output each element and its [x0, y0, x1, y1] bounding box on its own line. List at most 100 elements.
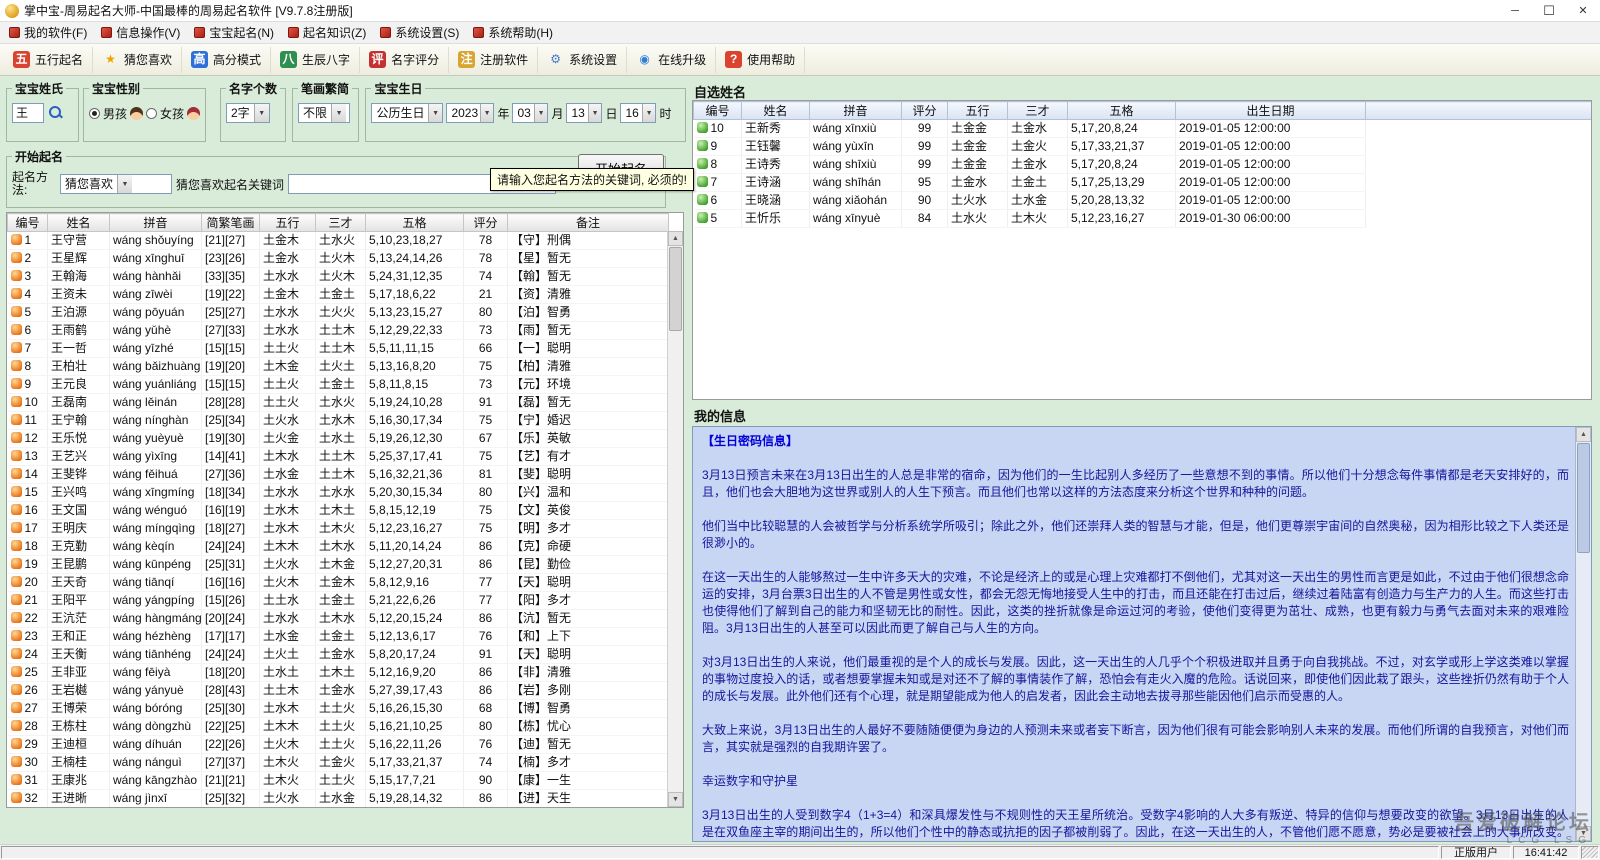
name-row[interactable]: 27 王博荣 wáng bóróng [25][30] 土水木 土土火 5,16… [8, 700, 669, 718]
column-header[interactable]: 拼音 [110, 214, 202, 232]
column-header[interactable]: 评分 [902, 102, 948, 120]
name-row[interactable]: 11 王宁翰 wáng nínghàn [25][34] 土火水 土水木 5,1… [8, 412, 669, 430]
name-row[interactable]: 24 王天衡 wáng tiānhéng [24][24] 土火土 土金水 5,… [8, 646, 669, 664]
gender-female-radio[interactable] [146, 108, 157, 119]
name-row[interactable]: 3 王翰海 wáng hànhǎi [33][35] 土水水 土火木 5,24,… [8, 268, 669, 286]
scroll-thumb[interactable] [1577, 443, 1590, 553]
name-row[interactable]: 5 王泊源 wáng pōyuán [25][27] 土水水 土火火 5,13,… [8, 304, 669, 322]
name-row[interactable]: 4 王资未 wáng zīwèi [19][22] 土金木 土金土 5,17,1… [8, 286, 669, 304]
table-scrollbar[interactable] [667, 231, 683, 807]
column-header[interactable] [1366, 102, 1592, 120]
name-row[interactable]: 2 王星辉 wáng xīnghuī [23][26] 土金水 土火木 5,13… [8, 250, 669, 268]
close-icon[interactable] [1566, 0, 1600, 21]
surname-input[interactable]: 王 [12, 103, 44, 123]
name-row[interactable]: 7 王一哲 wáng yīzhé [15][15] 土土火 土土木 5,5,11… [8, 340, 669, 358]
maximize-icon[interactable] [1532, 0, 1566, 21]
toolbar-button[interactable]: ? 使用帮助 [716, 47, 805, 73]
cell-pinyin: wáng lěinán [110, 394, 202, 412]
toolbar-button[interactable]: 注 注册软件 [449, 47, 538, 73]
column-header[interactable]: 姓名 [742, 102, 810, 120]
name-row[interactable]: 12 王乐悦 wáng yuèyuè [19][30] 土火金 土水土 5,19… [8, 430, 669, 448]
scroll-up-icon[interactable] [668, 231, 683, 246]
scroll-thumb[interactable] [669, 247, 682, 331]
name-row[interactable]: 10 王磊南 wáng lěinán [28][28] 土土火 土水火 5,19… [8, 394, 669, 412]
menu-item[interactable]: 宝宝起名(N) [187, 22, 281, 43]
name-row[interactable]: 25 王非亚 wáng fēiyà [18][20] 土水土 土木土 5,12,… [8, 664, 669, 682]
name-row[interactable]: 31 王康兆 wáng kāngzhào [21][21] 土木火 土土火 5,… [8, 772, 669, 790]
name-row[interactable]: 18 王克勤 wáng kèqín [24][24] 土木木 土木水 5,11,… [8, 538, 669, 556]
selected-name-row[interactable]: 7 王诗涵 wáng shīhán 95 土金水 土金土 5,17,25,13,… [694, 174, 1592, 192]
column-header[interactable]: 五行 [948, 102, 1008, 120]
column-header[interactable]: 五格 [1068, 102, 1176, 120]
name-row[interactable]: 9 王元良 wáng yuánliáng [15][15] 土土火 土金土 5,… [8, 376, 669, 394]
scroll-down-icon[interactable] [1576, 826, 1591, 841]
menu-item[interactable]: 起名知识(Z) [281, 22, 373, 43]
toolbar-button[interactable]: ◉ 在线升级 [627, 47, 716, 73]
column-header[interactable]: 三才 [316, 214, 366, 232]
name-row[interactable]: 13 王艺兴 wáng yìxīng [14][41] 土木水 土土木 5,25… [8, 448, 669, 466]
calendar-type-select[interactable]: 公历生日 [371, 103, 443, 123]
column-header[interactable]: 编号 [8, 214, 48, 232]
minimize-icon[interactable] [1498, 0, 1532, 21]
column-header[interactable]: 三才 [1008, 102, 1068, 120]
column-header[interactable]: 编号 [694, 102, 742, 120]
column-header[interactable]: 评分 [464, 214, 508, 232]
birth-year-select[interactable]: 2023 [446, 103, 494, 123]
selected-name-row[interactable]: 9 王钰馨 wáng yùxīn 99 土金金 土金火 5,17,33,21,3… [694, 138, 1592, 156]
gender-male-radio[interactable] [89, 108, 100, 119]
name-row[interactable]: 20 王天奇 wáng tiānqí [16][16] 土火木 土金木 5,8,… [8, 574, 669, 592]
column-header[interactable]: 姓名 [48, 214, 110, 232]
name-row[interactable]: 30 王楠桂 wáng nánguì [27][37] 土木火 土金火 5,17… [8, 754, 669, 772]
menu-item[interactable]: 信息操作(V) [94, 22, 187, 43]
info-scrollbar[interactable] [1575, 427, 1591, 841]
resize-grip[interactable] [1581, 846, 1599, 859]
my-info-title: 我的信息 [694, 406, 746, 425]
method-select[interactable]: 猜您喜欢 [60, 174, 172, 194]
name-row[interactable]: 1 王守营 wáng shǒuyíng [21][27] 土金木 土水火 5,1… [8, 232, 669, 250]
name-count-select[interactable]: 2字 [226, 103, 270, 123]
menu-item[interactable]: 我的软件(F) [2, 22, 94, 43]
toolbar-button[interactable]: 评 名字评分 [360, 47, 449, 73]
birth-month-select[interactable]: 03 [512, 103, 548, 123]
name-row[interactable]: 16 王文国 wáng wénguó [16][19] 土水木 土木土 5,8,… [8, 502, 669, 520]
search-icon[interactable] [47, 104, 65, 122]
column-header[interactable]: 五行 [260, 214, 316, 232]
column-header[interactable]: 出生日期 [1176, 102, 1366, 120]
name-row[interactable]: 22 王沆茫 wáng hàngmáng [20][24] 土水水 土木水 5,… [8, 610, 669, 628]
name-row[interactable]: 15 王兴鸣 wáng xīngmíng [18][34] 土水水 土水水 5,… [8, 484, 669, 502]
selected-name-row[interactable]: 10 王新秀 wáng xīnxiù 99 土金金 土金水 5,17,20,8,… [694, 120, 1592, 138]
selected-name-row[interactable]: 8 王诗秀 wáng shīxiù 99 土金金 土金水 5,17,20,8,2… [694, 156, 1592, 174]
column-header[interactable]: 简繁笔画 [202, 214, 260, 232]
toolbar-button[interactable]: 高 高分模式 [182, 47, 271, 73]
name-row[interactable]: 23 王和正 wáng hézhèng [17][17] 土水金 土金土 5,1… [8, 628, 669, 646]
menu-item[interactable]: 系统设置(S) [373, 22, 466, 43]
birth-day-select[interactable]: 13 [566, 103, 602, 123]
toolbar-button[interactable]: ⚙ 系统设置 [538, 47, 627, 73]
strokes-select[interactable]: 不限 [298, 103, 350, 123]
menu-item[interactable]: 系统帮助(H) [466, 22, 560, 43]
name-row[interactable]: 29 王迪桓 wáng díhuán [22][26] 土火木 土土火 5,16… [8, 736, 669, 754]
name-row[interactable]: 21 王阳平 wáng yángpíng [15][26] 土土水 土金土 5,… [8, 592, 669, 610]
name-row[interactable]: 32 王进晰 wáng jìnxī [25][32] 土火水 土水金 5,19,… [8, 790, 669, 808]
column-header[interactable]: 拼音 [810, 102, 902, 120]
name-row[interactable]: 33 王曜维 wáng yàowéi [33][36] 土火土 土木木 5,22… [8, 808, 669, 809]
toolbar-button[interactable]: ★ 猜您喜欢 [93, 47, 182, 73]
cell-score: 99 [902, 138, 948, 156]
name-row[interactable]: 28 王栋柱 wáng dòngzhù [22][25] 土木木 土土火 5,1… [8, 718, 669, 736]
name-row[interactable]: 8 王柏壮 wáng bǎizhuàng [19][20] 土木金 土火土 5,… [8, 358, 669, 376]
selected-name-row[interactable]: 6 王晓涵 wáng xiǎohán 90 土火水 土水金 5,20,28,13… [694, 192, 1592, 210]
column-header[interactable]: 五格 [366, 214, 464, 232]
scroll-up-icon[interactable] [1576, 427, 1591, 442]
column-header[interactable]: 备注 [508, 214, 669, 232]
name-row[interactable]: 6 王雨鹤 wáng yǔhè [27][33] 土水水 土土木 5,12,29… [8, 322, 669, 340]
name-row[interactable]: 14 王斐铧 wáng fěihuá [27][36] 土水金 土土木 5,16… [8, 466, 669, 484]
birth-hour-select[interactable]: 16 [620, 103, 656, 123]
name-row[interactable]: 26 王岩樾 wáng yányuè [28][43] 土土木 土金水 5,27… [8, 682, 669, 700]
toolbar-button[interactable]: 五 五行起名 [4, 47, 93, 73]
name-row[interactable]: 19 王昆鹏 wáng kūnpéng [25][31] 土火水 土木金 5,1… [8, 556, 669, 574]
selected-name-row[interactable]: 5 王忻乐 wáng xīnyuè 84 土水火 土木火 5,12,23,16,… [694, 210, 1592, 228]
toolbar-button[interactable]: 八 生辰八字 [271, 47, 360, 73]
main-content: 宝宝姓氏 王 宝宝性别 男孩 女孩 名字个数 [0, 76, 1600, 844]
name-row[interactable]: 17 王明庆 wáng míngqìng [18][27] 土水木 土木火 5,… [8, 520, 669, 538]
scroll-down-icon[interactable] [668, 792, 683, 807]
